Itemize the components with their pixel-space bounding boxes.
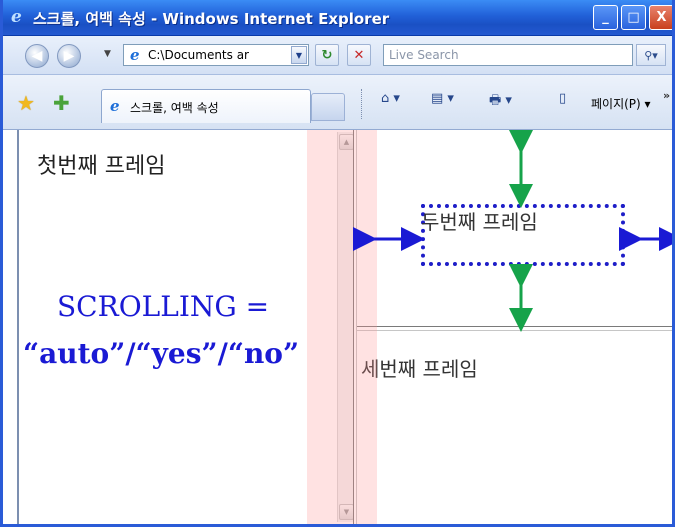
search-placeholder: Live Search: [389, 48, 459, 62]
toolbar-separator: [361, 89, 362, 119]
frame-2-title: 두번째 프레임: [421, 210, 538, 234]
feeds-button[interactable]: ▤ ▾: [431, 91, 454, 106]
more-commands-chevron[interactable]: »: [663, 89, 670, 102]
refresh-button[interactable]: ↻: [315, 44, 339, 66]
maximize-button[interactable]: □: [621, 5, 646, 30]
search-input[interactable]: Live Search: [383, 44, 633, 66]
tab-page-icon: e: [110, 97, 120, 115]
tab-bar: ★ ✚ e 스크롤, 여백 속성 ⌂ ▾ ▤ ▾ 🖶 ▾ ▯ 페이지(P) ▾ …: [3, 75, 672, 130]
address-toolbar: ◀ ▶ ▼ e C:\Documents ar ▼ ↻ ✕ Live Searc…: [3, 36, 672, 75]
frame-1: 첫번째 프레임 ▲ ▼: [17, 130, 355, 524]
frame-1-title: 첫번째 프레임: [37, 154, 166, 179]
ie-logo-icon: e: [11, 7, 22, 27]
address-dropdown-button[interactable]: ▼: [291, 46, 307, 64]
stop-button[interactable]: ✕: [347, 44, 371, 66]
page-menu-icon: ▯: [559, 91, 567, 106]
tab-current[interactable]: e 스크롤, 여백 속성: [101, 89, 311, 123]
scrolling-annotation: SCROLLING =: [57, 290, 270, 323]
close-button[interactable]: X: [649, 5, 672, 30]
recent-pages-dropdown[interactable]: ▼: [104, 49, 111, 59]
window-title: 스크롤, 여백 속성 - Windows Internet Explorer: [33, 10, 390, 28]
frame-2: 두번째 프레임: [357, 130, 672, 326]
address-field[interactable]: e C:\Documents ar ▼: [123, 44, 309, 66]
page-icon: e: [130, 46, 140, 64]
scrollbar-highlight: [307, 130, 377, 524]
favorites-star-icon[interactable]: ★: [17, 91, 35, 115]
frame-3-title: 세번째 프레임: [361, 357, 478, 381]
scrolling-values-annotation: “auto”/“yes”/“no”: [23, 337, 300, 370]
back-button[interactable]: ◀: [25, 44, 49, 68]
frame-3: 세번째 프레임: [357, 331, 672, 524]
add-favorites-icon[interactable]: ✚: [53, 91, 70, 115]
page-menu-button[interactable]: 페이지(P) ▾: [591, 95, 651, 112]
tab-label: 스크롤, 여백 속성: [130, 101, 219, 115]
home-button[interactable]: ⌂ ▾: [381, 91, 400, 106]
address-value: C:\Documents ar: [148, 48, 249, 62]
forward-button[interactable]: ▶: [57, 44, 81, 68]
browser-window: e 스크롤, 여백 속성 - Windows Internet Explorer…: [0, 0, 675, 527]
search-button[interactable]: ⚲▾: [636, 44, 666, 66]
title-bar[interactable]: e 스크롤, 여백 속성 - Windows Internet Explorer…: [3, 0, 672, 36]
new-tab-button[interactable]: [311, 93, 345, 121]
minimize-button[interactable]: _: [593, 5, 618, 30]
print-button[interactable]: 🖶 ▾: [489, 91, 512, 113]
